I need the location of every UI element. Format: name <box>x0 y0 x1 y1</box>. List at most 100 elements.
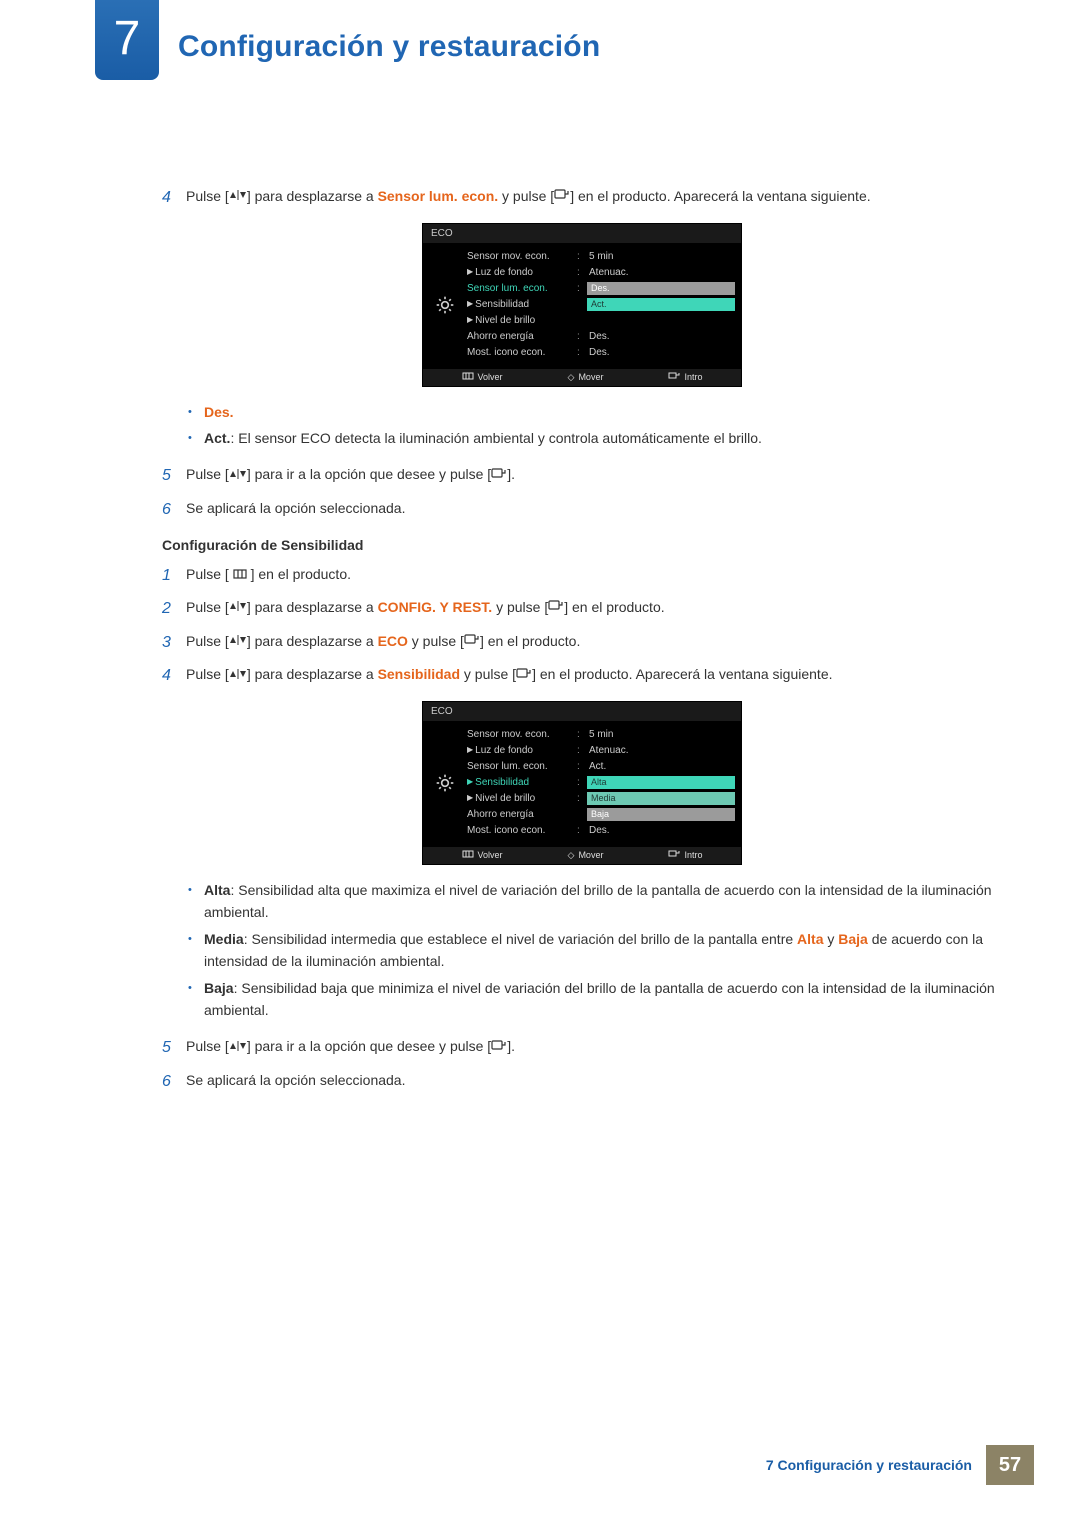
sens-step-3: 3 Pulse [] para desplazarse a ECO y puls… <box>162 630 1002 656</box>
osd-value: Atenuac. <box>587 745 735 756</box>
updown-icon <box>229 634 247 648</box>
step-text: Pulse [] para ir a la opción que desee y… <box>186 463 1002 489</box>
sens-step-6: 6 Se aplicará la opción seleccionada. <box>162 1069 1002 1095</box>
osd-label: Sensor lum. econ. <box>467 761 577 772</box>
osd-iconcol <box>423 727 467 839</box>
osd-label: Nivel de brillo <box>467 793 577 804</box>
step-number: 5 <box>162 463 186 489</box>
highlighted-term: Baja <box>838 931 868 947</box>
osd-row: Sensor lum. econ.:Act. <box>467 759 735 775</box>
text-fragment: y pulse [ <box>492 599 548 615</box>
osd-label: Sensor mov. econ. <box>467 729 577 740</box>
enter-icon <box>464 634 480 648</box>
bullet-term: Des. <box>204 404 234 420</box>
text-fragment: Pulse [ <box>186 666 229 682</box>
step-number: 2 <box>162 596 186 622</box>
gear-icon <box>435 295 455 315</box>
step-text: Pulse [ ] en el producto. <box>186 563 1002 589</box>
osd-row: Most. icono econ.:Des. <box>467 345 735 361</box>
osd-row: Nivel de brillo <box>467 313 735 329</box>
text-fragment: ] para desplazarse a <box>247 633 378 649</box>
osd-body: Sensor mov. econ.:5 min Luz de fondo:Ate… <box>423 721 741 847</box>
bullet: • Des. <box>188 401 1002 423</box>
osd-foot-label: Intro <box>684 850 702 860</box>
step-text: Pulse [] para desplazarse a Sensibilidad… <box>186 663 1002 689</box>
osd-option-selected: Act. <box>587 298 735 311</box>
osd-label: Ahorro energía <box>467 809 577 820</box>
osd-label: Most. icono econ. <box>467 825 577 836</box>
page-footer: 7 Configuración y restauración 57 <box>766 1445 1034 1485</box>
updown-icon <box>229 668 247 682</box>
text-fragment: Pulse [ <box>186 188 229 204</box>
highlighted-term: Alta <box>797 931 823 947</box>
text-fragment: Pulse [ <box>186 599 229 615</box>
highlighted-term: CONFIG. Y REST. <box>378 599 493 615</box>
osd-label: Ahorro energía <box>467 331 577 342</box>
diamond-icon: ◇ <box>568 850 575 861</box>
step-text: Se aplicará la opción seleccionada. <box>186 1069 1002 1095</box>
step-number: 1 <box>162 563 186 589</box>
osd-row: Ahorro energía:Des. <box>467 329 735 345</box>
osd-value: Atenuac. <box>587 267 735 278</box>
step-number: 3 <box>162 630 186 656</box>
osd-title: ECO <box>423 224 741 243</box>
text-fragment: y pulse [ <box>408 633 464 649</box>
text-fragment: y pulse [ <box>498 188 554 204</box>
bullet-list: • Des. • Act.: El sensor ECO detecta la … <box>188 401 1002 450</box>
page: 7 Configuración y restauración 4 Pulse [… <box>0 0 1080 1527</box>
step-text: Pulse [] para desplazarse a CONFIG. Y RE… <box>186 596 1002 622</box>
text-fragment: ] en el producto. <box>480 633 580 649</box>
step-text: Se aplicará la opción seleccionada. <box>186 497 1002 523</box>
text-fragment: ] para desplazarse a <box>247 188 378 204</box>
osd-body: Sensor mov. econ.:5 min Luz de fondo:Ate… <box>423 243 741 369</box>
menu-icon <box>233 567 247 581</box>
text-fragment: ] en el producto. Aparecerá la ventana s… <box>570 188 870 204</box>
menu-icon <box>462 850 474 860</box>
chapter-tab: 7 <box>95 0 159 80</box>
enter-icon <box>668 850 680 860</box>
text-fragment: ] en el producto. <box>247 566 351 582</box>
text-fragment: Pulse [ <box>186 466 229 482</box>
bullet: • Act.: El sensor ECO detecta la ilumina… <box>188 427 1002 449</box>
osd-value: 5 min <box>587 251 735 262</box>
bullet-term: Baja <box>204 980 234 996</box>
enter-icon <box>491 1040 507 1054</box>
bullet-dot: • <box>188 401 204 423</box>
osd-row: Sensor mov. econ.:5 min <box>467 727 735 743</box>
osd-label: Luz de fondo <box>467 745 577 756</box>
osd-foot-label: Volver <box>478 850 503 860</box>
osd-label: Sensor mov. econ. <box>467 251 577 262</box>
bullet-term: Media <box>204 931 244 947</box>
subheading: Configuración de Sensibilidad <box>162 537 1002 553</box>
sens-step-5: 5 Pulse [] para ir a la opción que desee… <box>162 1035 1002 1061</box>
sens-step-2: 2 Pulse [] para desplazarse a CONFIG. Y … <box>162 596 1002 622</box>
step-text: Pulse [] para ir a la opción que desee y… <box>186 1035 1002 1061</box>
step-text: Pulse [] para desplazarse a Sensor lum. … <box>186 185 1002 211</box>
text-fragment: ] para ir a la opción que desee y pulse … <box>247 1038 491 1054</box>
bullet-list: • Alta: Sensibilidad alta que maximiza e… <box>188 879 1002 1021</box>
step-number: 6 <box>162 1069 186 1095</box>
updown-icon <box>229 189 247 203</box>
osd-foot-label: Mover <box>578 850 603 860</box>
osd-option-selected: Alta <box>587 776 735 789</box>
osd-label: Nivel de brillo <box>467 315 577 326</box>
gear-icon <box>435 773 455 793</box>
osd-rows: Sensor mov. econ.:5 min Luz de fondo:Ate… <box>467 249 741 361</box>
text-fragment: ] en el producto. Aparecerá la ventana s… <box>532 666 832 682</box>
upper-step-5: 5 Pulse [] para ir a la opción que desee… <box>162 463 1002 489</box>
osd-row: Sensor mov. econ.:5 min <box>467 249 735 265</box>
bullet: • Baja: Sensibilidad baja que minimiza e… <box>188 977 1002 1022</box>
bullet-term: Act. <box>204 430 230 446</box>
osd-label: Sensibilidad <box>467 777 577 788</box>
osd-row-highlight: Sensibilidad:Alta <box>467 775 735 791</box>
osd-rows: Sensor mov. econ.:5 min Luz de fondo:Ate… <box>467 727 741 839</box>
text-fragment: ] en el producto. <box>564 599 664 615</box>
bullet-dot: • <box>188 427 204 449</box>
bullet-text: : Sensibilidad alta que maximiza el nive… <box>204 882 992 920</box>
enter-icon <box>548 600 564 614</box>
osd-row: Most. icono econ.:Des. <box>467 823 735 839</box>
osd-option: Media <box>587 792 735 805</box>
bullet-text: : Sensibilidad baja que minimiza el nive… <box>204 980 995 1018</box>
osd-row: Luz de fondo:Atenuac. <box>467 265 735 281</box>
chapter-title: Configuración y restauración <box>178 30 600 64</box>
